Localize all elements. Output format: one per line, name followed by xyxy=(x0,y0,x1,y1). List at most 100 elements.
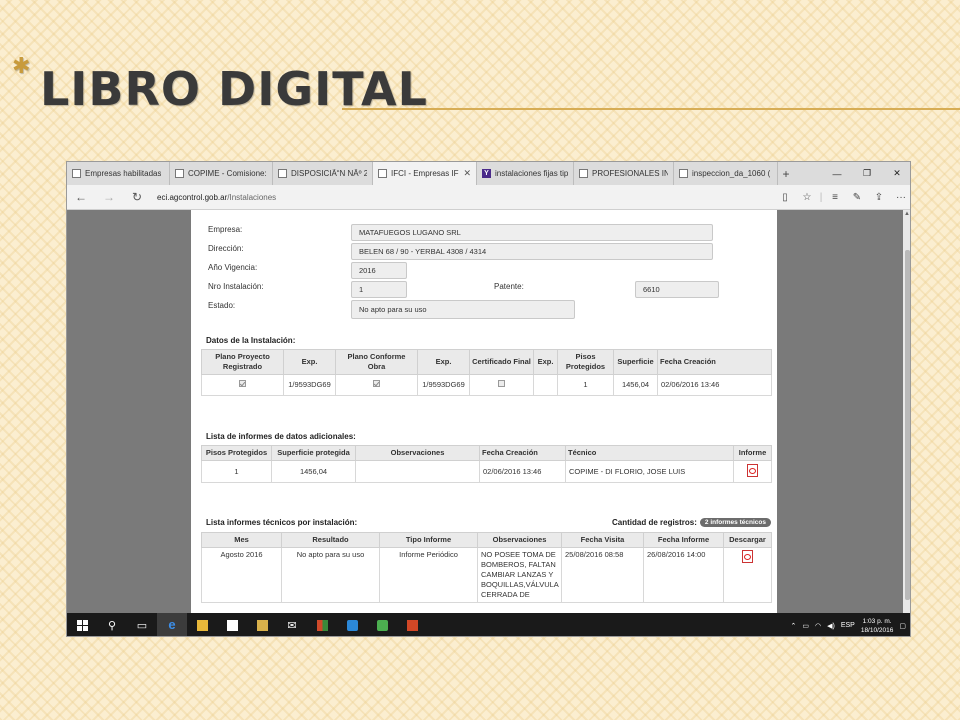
edge-browser-icon[interactable]: e xyxy=(157,613,187,636)
close-tab-icon[interactable]: ✕ xyxy=(463,168,471,179)
search-icon[interactable]: ⚲ xyxy=(97,613,127,636)
column-header: Informe xyxy=(733,445,772,461)
tecnicos-title: Lista informes técnicos por instalación: xyxy=(206,518,358,527)
page-content: Empresa: MATAFUEGOS LUGANO SRL Dirección… xyxy=(191,210,777,613)
datos-instalacion-table: Plano Proyecto Registrado Exp. Plano Con… xyxy=(201,349,772,396)
store-icon[interactable] xyxy=(217,613,247,636)
minimize-icon[interactable]: — xyxy=(822,162,852,185)
reading-view-icon[interactable]: ▯ xyxy=(774,192,796,203)
mail-icon[interactable]: ✉ xyxy=(277,613,307,636)
page-viewport: Empresa: MATAFUEGOS LUGANO SRL Dirección… xyxy=(67,210,910,613)
vertical-scrollbar[interactable]: ▲ xyxy=(903,210,910,613)
column-header: Observaciones xyxy=(477,532,562,548)
tab-instalaciones[interactable]: Y instalaciones fijas tipo xyxy=(477,162,574,185)
close-window-icon[interactable]: ✕ xyxy=(882,162,910,185)
plano-proyecto-checkbox[interactable] xyxy=(239,380,246,387)
share-icon[interactable]: ⇪ xyxy=(868,192,890,203)
wifi-icon[interactable]: ◠ xyxy=(815,622,821,630)
empresa-label: Empresa: xyxy=(208,225,243,234)
tipo-informe-cell: Informe Periódico xyxy=(379,547,478,603)
fecha-cell: 02/06/2016 13:46 xyxy=(479,460,566,483)
address-path: /Instalaciones xyxy=(227,192,277,202)
web-note-icon[interactable]: ✎ xyxy=(846,192,868,203)
forward-arrow-icon[interactable]: → xyxy=(95,190,123,204)
scroll-up-icon[interactable]: ▲ xyxy=(904,211,910,217)
yahoo-icon: Y xyxy=(482,169,491,178)
clock[interactable]: 1:03 p. m. 18/10/2016 xyxy=(861,617,894,635)
volume-icon[interactable]: ◀) xyxy=(827,622,835,630)
exp-cell xyxy=(533,374,558,396)
nro-instalacion-label: Nro Instalación: xyxy=(208,282,264,291)
task-view-icon[interactable]: ▭ xyxy=(127,613,157,636)
nro-instalacion-field[interactable]: 1 xyxy=(351,281,407,298)
notifications-icon[interactable]: ▢ xyxy=(899,622,906,630)
datos-instalacion-title: Datos de la Instalación: xyxy=(206,336,296,345)
address-bar[interactable]: eci.agcontrol.gob.ar/Instalaciones xyxy=(157,193,774,202)
page-icon xyxy=(679,169,688,178)
estado-label: Estado: xyxy=(208,301,236,310)
column-header: Superficie protegida xyxy=(271,445,356,461)
tab-profesionales[interactable]: PROFESIONALES IND xyxy=(574,162,674,185)
scrollbar-thumb[interactable] xyxy=(905,250,910,600)
tab-ifci[interactable]: IFCI - Empresas IF ✕ xyxy=(373,162,477,185)
observaciones-cell xyxy=(355,460,480,483)
back-arrow-icon[interactable]: ← xyxy=(67,190,95,204)
table-row: 1/9593DG69 1/9593DG69 1 1456,04 02/06/20… xyxy=(201,374,772,396)
resultado-cell: No apto para su uso xyxy=(281,547,380,603)
adicionales-table: Pisos Protegidos Superficie protegida Ob… xyxy=(201,445,772,483)
hub-icon[interactable]: ≡ xyxy=(824,192,846,203)
clock-date: 18/10/2016 xyxy=(860,626,894,634)
folder-icon[interactable] xyxy=(247,613,277,636)
empresa-field[interactable]: MATAFUEGOS LUGANO SRL xyxy=(351,224,713,241)
tab-inspeccion[interactable]: inspeccion_da_1060 ( xyxy=(674,162,778,185)
system-tray: ⌃ ▭ ◠ ◀) ESP 1:03 p. m. 18/10/2016 ▢ xyxy=(790,617,910,635)
more-icon[interactable]: ··· xyxy=(890,192,910,203)
column-header: Descargar xyxy=(723,532,772,548)
browser-screenshot: Empresas habilitadas COPIME - Comisione:… xyxy=(66,161,911,637)
tab-disposicion[interactable]: DISPOSICIÃ“N NÂº 2 xyxy=(273,162,373,185)
refresh-icon[interactable]: ↻ xyxy=(123,190,151,204)
column-header: Fecha Visita xyxy=(561,532,644,548)
tab-label: inspeccion_da_1060 ( xyxy=(692,169,771,178)
table-row: 1 1456,04 02/06/2016 13:46 COPIME - DI F… xyxy=(201,460,772,483)
exp-cell: 1/9593DG69 xyxy=(417,374,470,396)
plano-conforme-checkbox[interactable] xyxy=(373,380,380,387)
new-tab-button[interactable]: + xyxy=(778,162,794,185)
column-header: Observaciones xyxy=(355,445,480,461)
tab-label: IFCI - Empresas IF xyxy=(391,169,459,178)
registros-count: Cantidad de registros: 2 informes técnico… xyxy=(612,518,771,527)
favorite-star-icon[interactable]: ☆ xyxy=(796,192,818,203)
media-app-icon[interactable] xyxy=(337,613,367,636)
windows-start-icon[interactable] xyxy=(67,613,97,636)
file-explorer-icon[interactable] xyxy=(187,613,217,636)
registros-count-label: Cantidad de registros: xyxy=(612,518,697,527)
restore-icon[interactable]: ❐ xyxy=(852,162,882,185)
tecnico-cell: COPIME - DI FLORIO, JOSE LUIS xyxy=(565,460,734,483)
patente-label: Patente: xyxy=(494,282,524,291)
column-header: Fecha Creación xyxy=(657,349,772,375)
column-header: Exp. xyxy=(417,349,470,375)
certificado-final-checkbox[interactable] xyxy=(498,380,505,387)
column-header: Tipo Informe xyxy=(379,532,478,548)
direccion-field[interactable]: BELEN 68 / 90 - YERBAL 4308 / 4314 xyxy=(351,243,713,260)
display-icon[interactable]: ▭ xyxy=(802,622,809,630)
table-header-row: Pisos Protegidos Superficie protegida Ob… xyxy=(201,445,772,461)
estado-field[interactable]: No apto para su uso xyxy=(351,300,575,319)
page-icon xyxy=(378,169,387,178)
column-header: Exp. xyxy=(533,349,558,375)
tab-empresas-habilitadas[interactable]: Empresas habilitadas xyxy=(67,162,170,185)
pdf-icon[interactable] xyxy=(742,550,753,563)
mosaic-app-icon[interactable] xyxy=(307,613,337,636)
powerpoint-icon[interactable] xyxy=(397,613,427,636)
pdf-icon[interactable] xyxy=(747,463,758,477)
chevron-up-icon[interactable]: ⌃ xyxy=(790,622,796,630)
column-header: Certificado Final xyxy=(469,349,534,375)
tab-copime[interactable]: COPIME - Comisione: xyxy=(170,162,273,185)
mes-cell: Agosto 2016 xyxy=(201,547,282,603)
language-indicator[interactable]: ESP xyxy=(841,622,855,629)
patente-field[interactable]: 6610 xyxy=(635,281,719,298)
evernote-icon[interactable] xyxy=(367,613,397,636)
direccion-label: Dirección: xyxy=(208,244,244,253)
navigation-bar: ← → ↻ eci.agcontrol.gob.ar/Instalaciones… xyxy=(67,185,910,210)
vigencia-field[interactable]: 2016 xyxy=(351,262,407,279)
